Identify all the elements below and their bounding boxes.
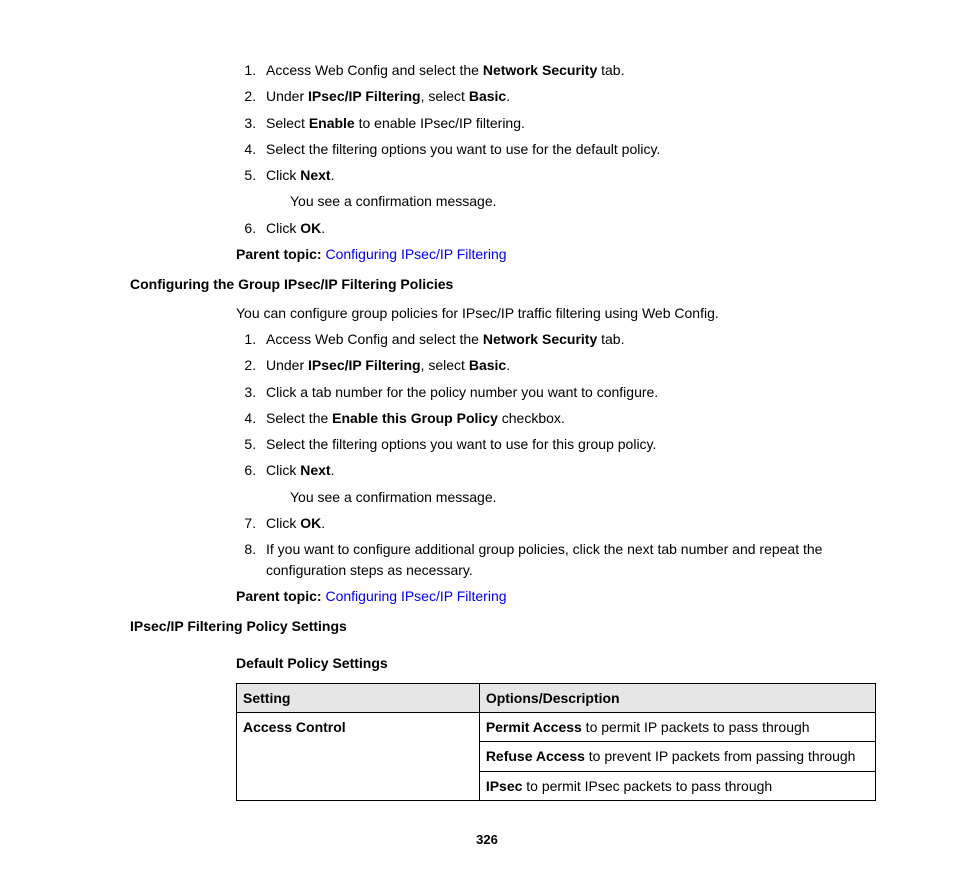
section1-steps: Access Web Config and select the Network… xyxy=(130,60,844,238)
table-header: Setting xyxy=(237,683,480,712)
step: If you want to configure additional grou… xyxy=(260,539,844,580)
step: Select the filtering options you want to… xyxy=(260,139,844,159)
section2-heading: Configuring the Group IPsec/IP Filtering… xyxy=(130,274,844,294)
step: Click Next. You see a confirmation messa… xyxy=(260,165,844,212)
page-number: 326 xyxy=(130,831,844,850)
step: Click a tab number for the policy number… xyxy=(260,382,844,402)
section2-intro: You can configure group policies for IPs… xyxy=(236,303,844,323)
section2-steps: Access Web Config and select the Network… xyxy=(130,329,844,580)
table-header-row: Setting Options/Description xyxy=(237,683,876,712)
parent-topic: Parent topic: Configuring IPsec/IP Filte… xyxy=(236,586,844,606)
step-note: You see a confirmation message. xyxy=(290,487,844,507)
document-page: Access Web Config and select the Network… xyxy=(130,60,844,850)
step: Click OK. xyxy=(260,218,844,238)
parent-topic-link[interactable]: Configuring IPsec/IP Filtering xyxy=(325,246,506,262)
table-cell-option: Refuse Access to prevent IP packets from… xyxy=(479,742,875,771)
step: Select the Enable this Group Policy chec… xyxy=(260,408,844,428)
table-cell-option: IPsec to permit IPsec packets to pass th… xyxy=(479,771,875,800)
step: Access Web Config and select the Network… xyxy=(260,60,844,80)
step: Select Enable to enable IPsec/IP filteri… xyxy=(260,113,844,133)
section3-subheading: Default Policy Settings xyxy=(236,653,844,673)
step: Under IPsec/IP Filtering, select Basic. xyxy=(260,86,844,106)
step: Click Next. You see a confirmation messa… xyxy=(260,460,844,507)
section3-heading: IPsec/IP Filtering Policy Settings xyxy=(130,616,844,636)
step-note: You see a confirmation message. xyxy=(290,191,844,211)
step: Access Web Config and select the Network… xyxy=(260,329,844,349)
table-header: Options/Description xyxy=(479,683,875,712)
step: Under IPsec/IP Filtering, select Basic. xyxy=(260,355,844,375)
step: Select the filtering options you want to… xyxy=(260,434,844,454)
table-cell-setting: Access Control xyxy=(237,713,480,801)
policy-settings-table: Setting Options/Description Access Contr… xyxy=(236,683,876,801)
step: Click OK. xyxy=(260,513,844,533)
parent-topic-link[interactable]: Configuring IPsec/IP Filtering xyxy=(325,588,506,604)
parent-topic: Parent topic: Configuring IPsec/IP Filte… xyxy=(236,244,844,264)
